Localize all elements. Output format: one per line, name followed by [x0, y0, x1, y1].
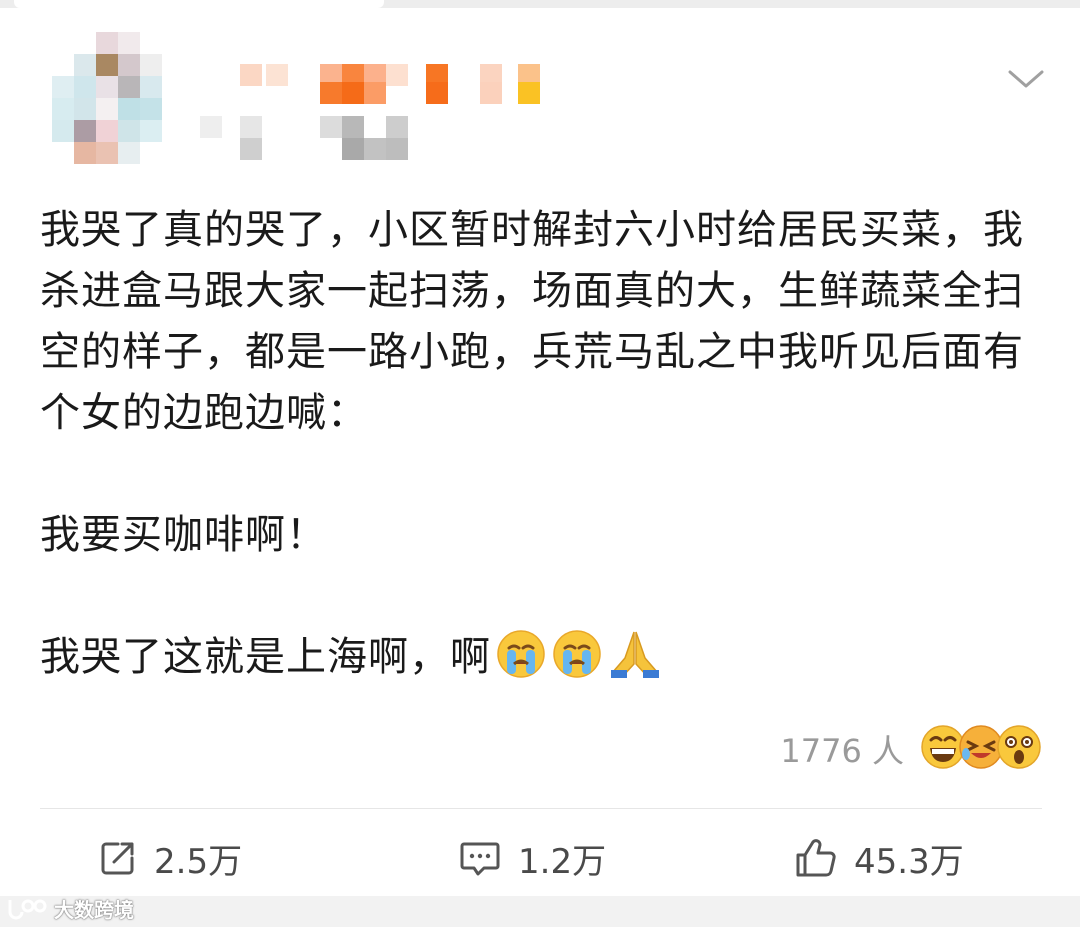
- like-button[interactable]: 45.3万: [794, 830, 964, 886]
- shocked-icon: [996, 724, 1042, 774]
- watermark-text: 大数跨境: [54, 897, 134, 922]
- chevron-down-icon: [1008, 70, 1044, 88]
- share-icon: [101, 842, 134, 875]
- top-strip: [0, 0, 1080, 8]
- more-options-button[interactable]: [1004, 60, 1048, 100]
- username-blurred[interactable]: [200, 64, 570, 164]
- reaction-count: 1776 人: [780, 732, 904, 770]
- like-count: 45.3万: [854, 841, 964, 882]
- crying-face-icon: [551, 628, 603, 698]
- watermark-logo-icon: [8, 899, 47, 920]
- post-body: 我哭了真的哭了，小区暂时解封六小时给居民买菜，我杀进盒马跟大家一起扫荡，场面真的…: [40, 200, 1045, 698]
- reaction-summary[interactable]: 1776 人: [780, 724, 1042, 774]
- post-paragraph-3: 我哭了这就是上海啊，啊: [40, 627, 1045, 698]
- comment-icon: [460, 842, 500, 876]
- post-paragraph-1: 我哭了真的哭了，小区暂时解封六小时给居民买菜，我杀进盒马跟大家一起扫荡，场面真的…: [40, 207, 1024, 436]
- thumbs-up-icon: [796, 839, 836, 877]
- comment-button[interactable]: 1.2万: [458, 830, 606, 886]
- action-divider: [40, 808, 1042, 809]
- post-paragraph-3-text: 我哭了这就是上海啊，啊: [40, 634, 491, 680]
- avatar[interactable]: [52, 32, 184, 164]
- share-count: 2.5万: [154, 841, 243, 882]
- post-paragraph-2: 我要买咖啡啊！: [40, 512, 327, 558]
- watermark: 大数跨境: [6, 893, 134, 923]
- comment-count: 1.2万: [518, 841, 607, 882]
- praying-hands-icon: [607, 628, 663, 698]
- share-button[interactable]: 2.5万: [98, 830, 242, 886]
- post-card: 我哭了真的哭了，小区暂时解封六小时给居民买菜，我杀进盒马跟大家一起扫荡，场面真的…: [0, 8, 1080, 896]
- top-strip-tab: [14, 0, 384, 8]
- crying-face-icon: [495, 628, 547, 698]
